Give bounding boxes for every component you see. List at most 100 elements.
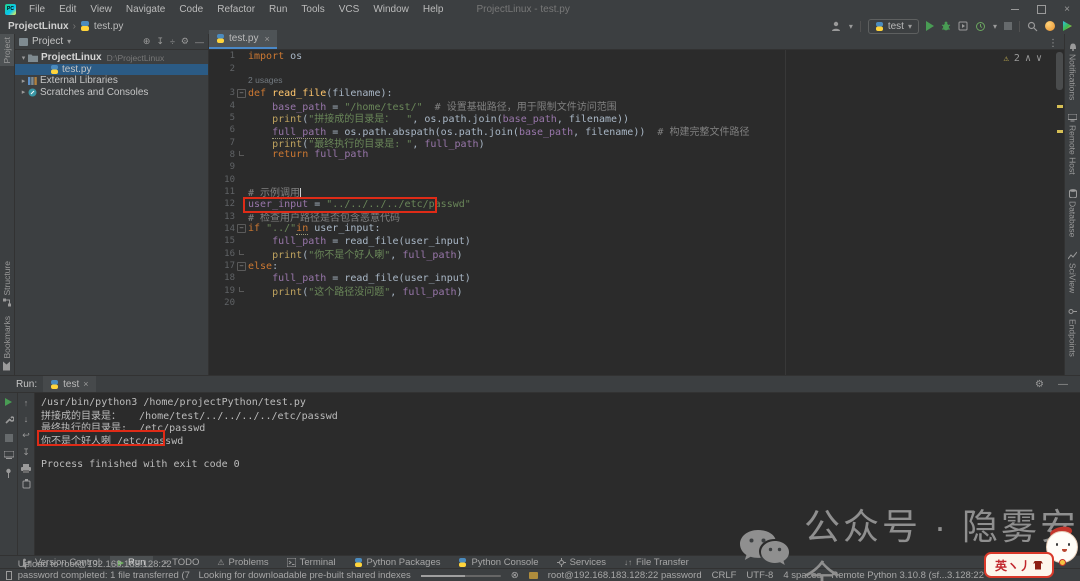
warning-stripe-mark[interactable] [1057, 105, 1063, 108]
hide-panel-icon[interactable]: — [195, 37, 204, 47]
pin-tab-icon[interactable] [4, 468, 13, 478]
code-line[interactable]: print("这个路径没问题", full_path) [248, 283, 462, 298]
close-tab-icon[interactable]: × [264, 34, 269, 44]
down-stacktrace-icon[interactable]: ↓ [24, 414, 29, 424]
menu-item-help[interactable]: Help [416, 4, 451, 15]
stop-process-button[interactable] [4, 434, 13, 442]
prev-warning-icon[interactable]: ∧ [1025, 53, 1031, 64]
user-dropdown-icon[interactable]: ▾ [849, 22, 853, 31]
profiler-dropdown-icon[interactable]: ▾ [993, 22, 997, 31]
close-run-tab-icon[interactable]: × [83, 379, 88, 389]
warning-stripe-mark[interactable] [1057, 130, 1063, 133]
project-view-dropdown-icon[interactable]: ▾ [67, 37, 71, 46]
coverage-button[interactable] [958, 21, 968, 31]
remote-host-widget[interactable]: root@192.168.183.128:22 password [548, 570, 702, 581]
search-everywhere-icon[interactable] [1027, 21, 1038, 32]
code-line[interactable]: # 示例调用 [248, 184, 302, 199]
editor-scrollbar[interactable] [1055, 50, 1064, 375]
usages-hint[interactable]: 2 usages [248, 75, 283, 85]
code-line[interactable]: return full_path [248, 149, 368, 160]
menu-item-navigate[interactable]: Navigate [119, 4, 172, 15]
console-output[interactable]: /usr/bin/python3 /home/projectPython/tes… [35, 393, 1080, 556]
tool-button-notifications[interactable]: Notifications [1068, 42, 1078, 100]
maximize-button[interactable] [1028, 0, 1054, 18]
soft-wrap-icon[interactable]: ↩ [22, 430, 30, 441]
tool-button-sciview[interactable]: SciView [1068, 251, 1078, 293]
print-icon[interactable] [21, 464, 31, 473]
menu-item-tools[interactable]: Tools [294, 4, 331, 15]
tool-button-structure[interactable]: Structure [2, 261, 12, 307]
tab-test-py[interactable]: test.py × [209, 30, 277, 49]
code-line[interactable]: if "../"in user_input: [248, 223, 380, 236]
menu-item-file[interactable]: File [22, 4, 52, 15]
fold-indicator[interactable] [235, 289, 248, 292]
line-ending-widget[interactable]: CRLF [712, 570, 737, 581]
scroll-to-end-icon[interactable]: ↧ [22, 447, 30, 458]
locate-file-icon[interactable]: ⊕ [143, 36, 151, 47]
menu-item-run[interactable]: Run [262, 4, 294, 15]
rerun-button[interactable] [5, 398, 12, 406]
tree-item-projectlinux[interactable]: ▾ ProjectLinux D:\ProjectLinux [15, 52, 208, 64]
tree-chevron-icon[interactable]: ▸ [19, 88, 28, 96]
user-icon[interactable] [831, 21, 842, 31]
code-line[interactable]: # 检查用户路径是否包含恶意代码 [248, 209, 400, 224]
encoding-widget[interactable]: UTF-8 [746, 570, 773, 581]
code-line[interactable]: def read_file(filename): [248, 88, 393, 99]
cancel-indexing-icon[interactable]: ⊗ [511, 570, 519, 581]
indent-widget[interactable]: 4 spaces [783, 570, 821, 581]
debug-button[interactable] [941, 21, 951, 31]
fold-indicator[interactable] [235, 89, 248, 98]
run-tab-test[interactable]: test × [43, 376, 96, 392]
code-line[interactable]: import os [248, 51, 302, 62]
tree-chevron-icon[interactable]: ▾ [19, 54, 28, 62]
run-config-selector[interactable]: test ▾ [867, 18, 919, 34]
tool-button-database[interactable]: Database [1068, 189, 1078, 237]
restore-layout-icon[interactable] [3, 451, 14, 459]
menu-item-edit[interactable]: Edit [52, 4, 83, 15]
minimize-button[interactable] [1002, 0, 1028, 18]
tree-item-external-libraries[interactable]: ▸ External Libraries [15, 75, 208, 87]
menu-item-refactor[interactable]: Refactor [210, 4, 262, 15]
code-line[interactable]: full_path = read_file(user_input) [248, 273, 471, 284]
plugin-icon[interactable] [1063, 21, 1072, 31]
project-panel-title[interactable]: Project [32, 36, 63, 47]
profiler-button[interactable] [975, 21, 986, 32]
fold-indicator[interactable] [235, 252, 248, 255]
tree-item-test-py[interactable]: test.py [15, 63, 208, 75]
clear-all-trash-icon[interactable] [22, 479, 31, 489]
code-line[interactable]: 2 usages [248, 75, 283, 86]
stop-button[interactable] [1004, 22, 1012, 30]
expand-all-icon[interactable]: ↧ [156, 36, 164, 47]
collapse-all-icon[interactable]: ÷ [170, 37, 175, 47]
menu-item-vcs[interactable]: VCS [332, 4, 367, 15]
interpreter-widget[interactable]: Remote Python 3.10.8 (sf...3.128:22 [831, 570, 984, 581]
next-warning-icon[interactable]: ∨ [1036, 53, 1042, 64]
tree-item-scratches-and-consoles[interactable]: ▸ Scratches and Consoles [15, 87, 208, 99]
breadcrumb-file[interactable]: test.py [94, 21, 123, 32]
up-stacktrace-icon[interactable]: ↑ [24, 398, 29, 408]
fold-indicator[interactable] [235, 153, 248, 156]
code-line[interactable]: print("你不是个好人喇", full_path) [248, 246, 462, 261]
fold-indicator[interactable] [235, 224, 248, 233]
code-line[interactable]: user_input = "../../../../etc/passwd" [243, 196, 471, 213]
code-line[interactable]: else: [248, 261, 278, 272]
code-line[interactable]: print("最终执行的目录是: ", full_path) [248, 135, 485, 150]
code-line[interactable]: full_path = read_file(user_input) [248, 236, 471, 247]
hide-run-panel-icon[interactable]: — [1058, 379, 1068, 390]
tab-options-icon[interactable]: ⋮ [1048, 38, 1064, 49]
update-notification-icon[interactable] [1045, 21, 1055, 31]
breadcrumb-project[interactable]: ProjectLinux [8, 21, 69, 32]
scrollbar-thumb[interactable] [1056, 52, 1063, 90]
inspection-widget[interactable]: ⚠ 2 ∧ ∨ [1003, 53, 1042, 64]
tool-button-endpoints[interactable]: Endpoints [1068, 307, 1078, 357]
run-button[interactable] [925, 21, 934, 31]
menu-item-window[interactable]: Window [366, 4, 416, 15]
fold-indicator[interactable] [235, 262, 248, 271]
menu-item-view[interactable]: View [83, 4, 119, 15]
close-button[interactable]: × [1054, 0, 1080, 18]
panel-settings-gear-icon[interactable]: ⚙ [181, 36, 189, 47]
tree-chevron-icon[interactable]: ▸ [19, 77, 28, 85]
edit-config-wrench-icon[interactable] [4, 415, 14, 425]
code-area[interactable]: 1 import os 2 2 usages 3 def read_file(filena… [209, 50, 1064, 375]
tool-window-toggle-icon[interactable] [6, 571, 12, 580]
